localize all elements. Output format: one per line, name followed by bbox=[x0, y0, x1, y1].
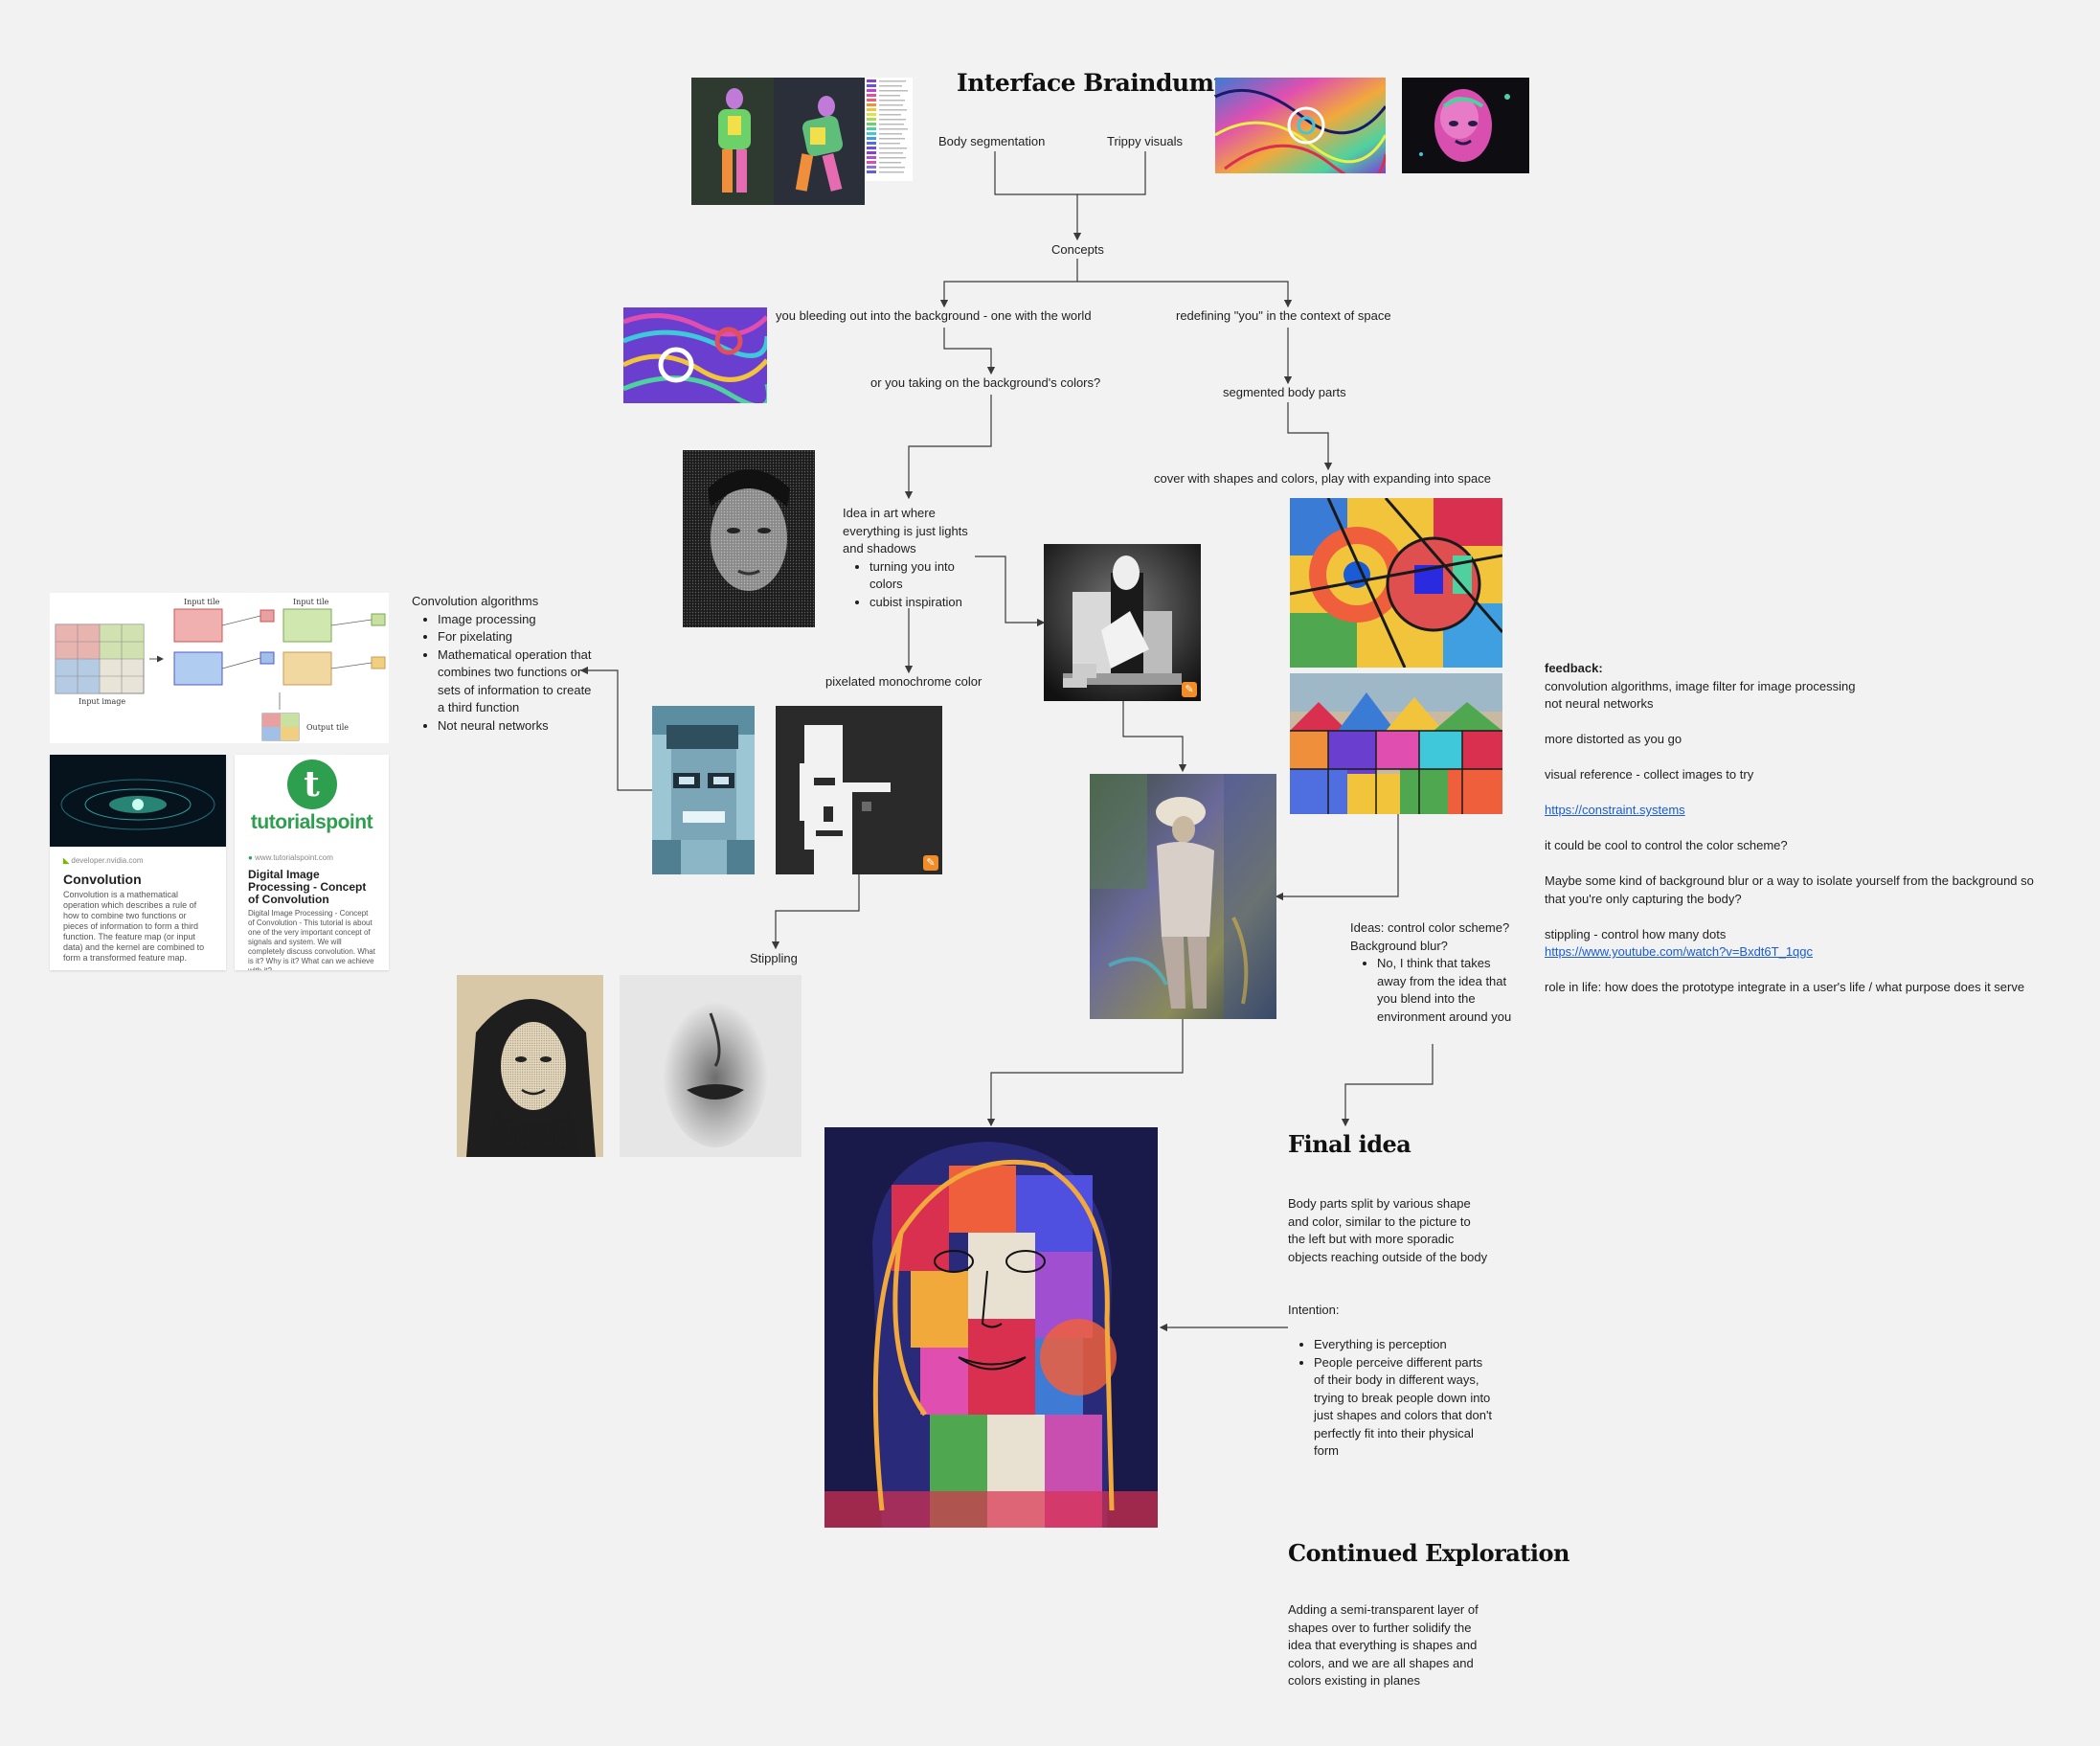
connector-bodyseg-concepts bbox=[994, 151, 1082, 241]
ideas-bullet: No, I think that takes away from the ide… bbox=[1377, 955, 1521, 1026]
connector-cubist-painting bbox=[1122, 701, 1187, 773]
feedback-block: feedback: convolution algorithms, image … bbox=[1545, 660, 2081, 997]
feedback-color-scheme: it could be cool to control the color sc… bbox=[1545, 838, 1788, 852]
node-pixelated-monochrome: pixelated monochrome color bbox=[825, 674, 982, 689]
final-cubist-portrait-image bbox=[824, 1127, 1158, 1528]
label-input-tile-2: Input tile bbox=[293, 598, 329, 606]
stippled-portrait-image bbox=[683, 450, 815, 627]
connector-abstracts-painting bbox=[1275, 814, 1399, 901]
youtube-link[interactable]: https://www.youtube.com/watch?v=Bxdt6T_1… bbox=[1545, 944, 1813, 959]
convolution-bullet: Mathematical operation that combines two… bbox=[438, 646, 594, 717]
feedback-blur-1: Maybe some kind of background blur or a … bbox=[1545, 873, 2034, 888]
segmentation-color-legend bbox=[865, 78, 913, 181]
stippled-hijab-portrait-image bbox=[457, 975, 603, 1157]
feedback-role: role in life: how does the prototype int… bbox=[1545, 980, 2025, 994]
nvidia-card-source: ◣ developer.nvidia.com bbox=[63, 856, 144, 865]
continued-exploration-body: Adding a semi-transparent layer of shape… bbox=[1288, 1602, 1479, 1688]
node-segmented-body-parts: segmented body parts bbox=[1223, 385, 1346, 399]
node-body-segmentation: Body segmentation bbox=[938, 134, 1046, 148]
convolution-algorithms-text: Convolution algorithms Image processing … bbox=[412, 593, 594, 735]
pixelated-face-mono-image: ✎ bbox=[776, 706, 942, 874]
convolution-heading: Convolution algorithms bbox=[412, 594, 539, 608]
impressionist-figure-painting bbox=[1090, 774, 1276, 1019]
page-title: Interface Braindump bbox=[957, 69, 1231, 97]
node-stippling: Stippling bbox=[750, 951, 798, 965]
pixelated-face-blue-image bbox=[652, 706, 755, 874]
feedback-stippling: stippling - control how many dots bbox=[1545, 926, 1727, 941]
idea-art-bullet: turning you into colors bbox=[869, 558, 986, 594]
stippled-lips-image bbox=[620, 975, 802, 1157]
tutorialspoint-card-source: ● www.tutorialspoint.com bbox=[248, 853, 333, 862]
tutorialspoint-logo-icon: t bbox=[286, 760, 337, 809]
edit-pencil-icon[interactable]: ✎ bbox=[923, 855, 938, 871]
nvidia-convolution-card[interactable]: ◣ developer.nvidia.com Convolution Convo… bbox=[50, 755, 226, 970]
ideas-line-1: Ideas: control color scheme? bbox=[1350, 920, 1510, 935]
intention-bullet: Everything is perception bbox=[1314, 1336, 1494, 1354]
continued-exploration-heading: Continued Exploration bbox=[1288, 1539, 1569, 1567]
trippy-visuals-image-2 bbox=[1402, 78, 1529, 173]
label-output-tile: Output tile bbox=[306, 723, 349, 732]
final-idea-body: Body parts split by various shape and co… bbox=[1288, 1196, 1488, 1264]
abstract-village-painting bbox=[1290, 673, 1502, 814]
connector-painting-final bbox=[986, 1019, 1184, 1127]
tutorialspoint-card-description: Digital Image Processing - Concept of Co… bbox=[248, 909, 375, 970]
body-segmentation-image-1 bbox=[691, 78, 774, 205]
nvidia-card-thumbnail bbox=[50, 755, 226, 847]
swirl-psychedelic-image bbox=[623, 307, 767, 403]
label-input-image: Input image bbox=[79, 697, 125, 706]
connector-taking-idea bbox=[904, 395, 992, 500]
nvidia-card-title: Convolution bbox=[63, 872, 142, 887]
label-input-tile-1: Input tile bbox=[184, 598, 220, 606]
feedback-blur-2: that you're only capturing the body? bbox=[1545, 891, 1742, 906]
connector-segmented-cover bbox=[1287, 402, 1333, 471]
feedback-label: feedback: bbox=[1545, 661, 1603, 675]
connector-concepts-bleeding bbox=[939, 259, 1078, 308]
tutorialspoint-card[interactable]: t tutorialspoint ● www.tutorialspoint.co… bbox=[235, 755, 389, 970]
node-redefining-you: redefining "you" in the context of space bbox=[1176, 308, 1391, 323]
cubist-statue-image: ✎ bbox=[1044, 544, 1201, 701]
ideas-line-2: Background blur? bbox=[1350, 938, 1448, 953]
idea-art-bullet: cubist inspiration bbox=[869, 594, 986, 612]
intention-bullet: People perceive different parts of their… bbox=[1314, 1354, 1494, 1461]
idea-art-line-1: Idea in art where bbox=[843, 506, 936, 520]
nvidia-card-description: Convolution is a mathematical operation … bbox=[63, 890, 205, 963]
connector-trippy-concepts bbox=[1077, 151, 1146, 195]
intention-list: Everything is perception People perceive… bbox=[1288, 1336, 1494, 1461]
feedback-visual-reference: visual reference - collect images to try bbox=[1545, 767, 1754, 782]
connector-concepts-redefining bbox=[1077, 281, 1293, 308]
convolution-bullet: Not neural networks bbox=[438, 717, 594, 736]
abstract-circles-painting bbox=[1290, 498, 1502, 668]
idea-art-text: Idea in art where everything is just lig… bbox=[843, 505, 986, 611]
node-concepts: Concepts bbox=[1051, 242, 1104, 257]
feedback-line-2: not neural networks bbox=[1545, 696, 1654, 711]
trippy-visuals-image-1 bbox=[1215, 78, 1386, 173]
node-bleeding-out: you bleeding out into the background - o… bbox=[776, 308, 1092, 323]
convolution-diagram: Input tile Input tile Input image Output… bbox=[50, 593, 389, 743]
idea-art-line-3: and shadows bbox=[843, 541, 916, 556]
tutorialspoint-logo-text: tutorialspoint bbox=[250, 811, 373, 833]
connector-ideas-finalidea bbox=[1341, 1044, 1434, 1127]
node-cover-shapes: cover with shapes and colors, play with … bbox=[1154, 471, 1491, 486]
ideas-control-text: Ideas: control color scheme? Background … bbox=[1350, 919, 1523, 1026]
idea-art-line-2: everything is just lights bbox=[843, 523, 968, 538]
connector-monoface-stippling bbox=[771, 874, 860, 950]
node-trippy-visuals: Trippy visuals bbox=[1107, 134, 1183, 148]
feedback-line-1: convolution algorithms, image filter for… bbox=[1545, 678, 1856, 693]
tutorialspoint-card-thumbnail: t tutorialspoint bbox=[235, 760, 389, 848]
tutorialspoint-card-title: Digital Image Processing - Concept of Co… bbox=[248, 868, 367, 906]
node-taking-colors: or you taking on the background's colors… bbox=[870, 375, 1101, 390]
final-idea-heading: Final idea bbox=[1288, 1130, 1411, 1158]
convolution-bullet: For pixelating bbox=[438, 628, 594, 646]
tutorialspoint-mini-icon: ● bbox=[248, 853, 253, 862]
nvidia-logo-icon: ◣ bbox=[63, 856, 70, 865]
constraint-systems-link[interactable]: https://constraint.systems bbox=[1545, 803, 1685, 817]
convolution-bullet: Image processing bbox=[438, 611, 594, 629]
feedback-distorted: more distorted as you go bbox=[1545, 732, 1682, 746]
connector-bleeding-taking bbox=[943, 328, 996, 375]
body-segmentation-image-2 bbox=[774, 78, 865, 205]
intention-label: Intention: bbox=[1288, 1303, 1340, 1317]
edit-pencil-icon[interactable]: ✎ bbox=[1182, 682, 1197, 697]
